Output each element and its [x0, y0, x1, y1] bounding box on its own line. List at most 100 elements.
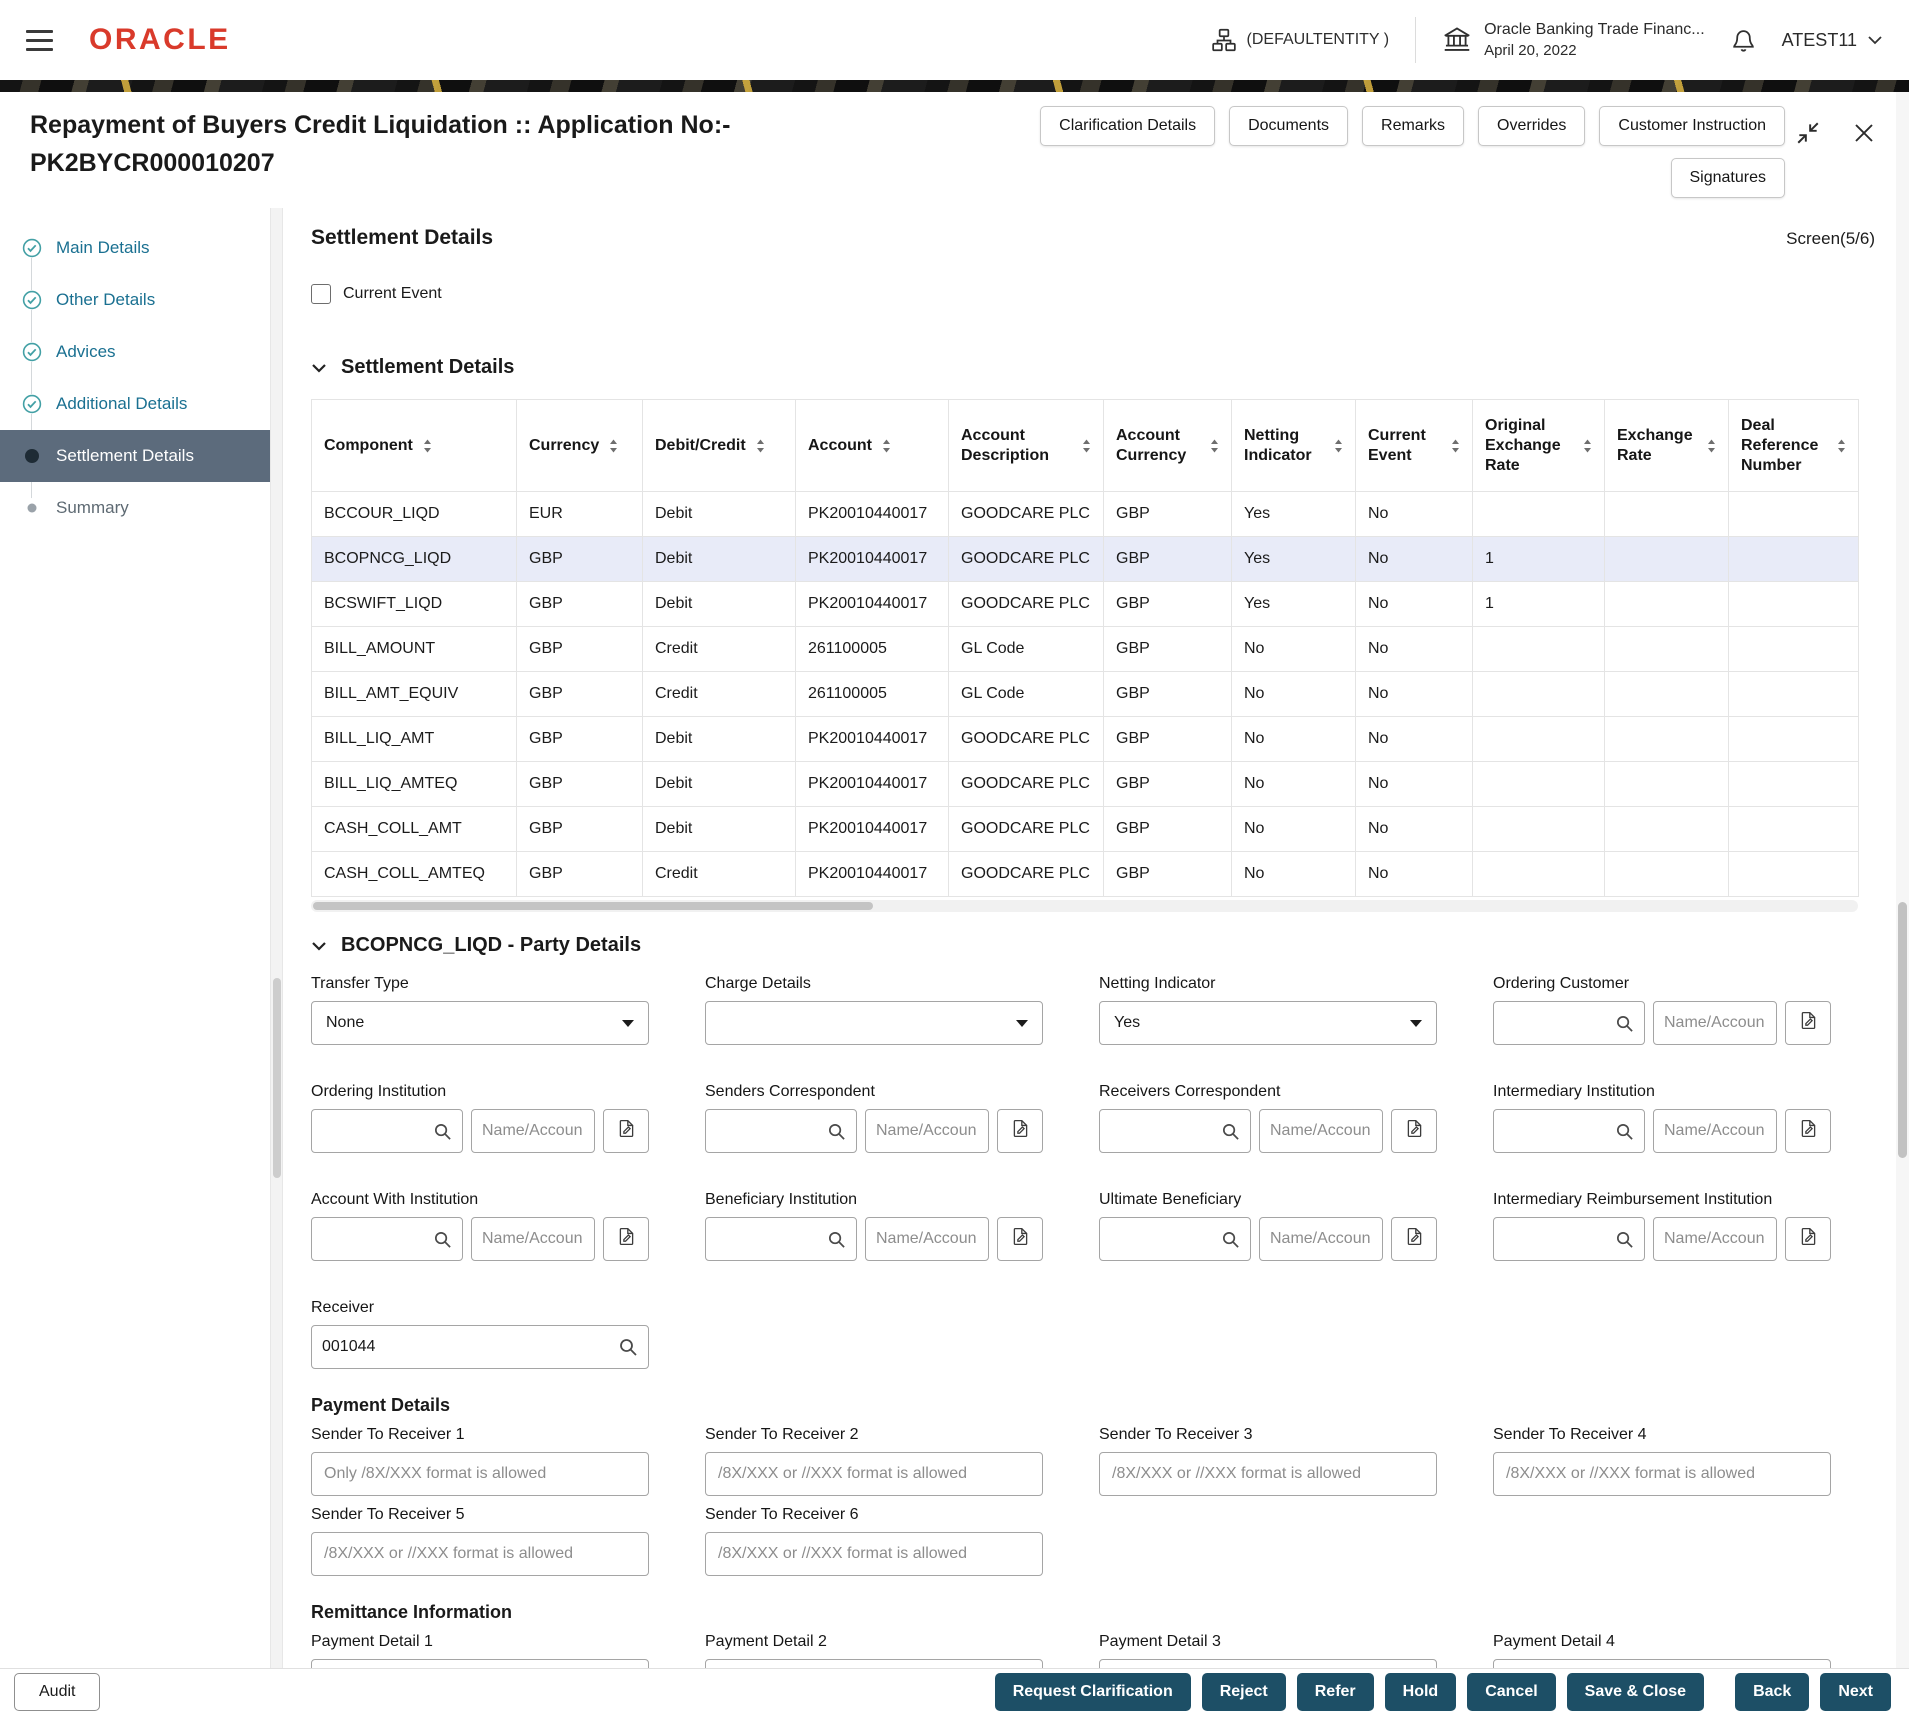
next-button[interactable]: Next	[1820, 1672, 1891, 1711]
senders-correspondent-code-input[interactable]	[705, 1109, 857, 1153]
ultimate-beneficiary-code-input[interactable]	[1099, 1217, 1251, 1261]
receivers-correspondent-name-input[interactable]	[1270, 1122, 1372, 1140]
account-with-institution-name-input[interactable]	[482, 1230, 584, 1248]
sidebar-item-main-details[interactable]: Main Details	[0, 222, 270, 274]
table-row-cash-coll-amt[interactable]: CASH_COLL_AMT GBP Debit PK20010440017 GOODCA…	[311, 806, 1859, 852]
intermediary-institution-details-button[interactable]	[1785, 1109, 1831, 1153]
ordering-institution-code-input[interactable]	[311, 1109, 463, 1153]
intermediary-institution-name-input[interactable]	[1664, 1122, 1766, 1140]
notifications-bell-icon[interactable]	[1731, 27, 1756, 54]
receivers-correspondent-details-button[interactable]	[1391, 1109, 1437, 1153]
collapse-section-icon[interactable]	[311, 363, 327, 373]
overrides-button[interactable]: Overrides	[1478, 106, 1586, 146]
payment-detail-4-input[interactable]	[1493, 1659, 1831, 1668]
remarks-button[interactable]: Remarks	[1362, 106, 1465, 146]
back-button[interactable]: Back	[1735, 1672, 1810, 1711]
sender-to-receiver-4-input[interactable]	[1493, 1452, 1831, 1496]
scrollbar-thumb[interactable]	[313, 902, 873, 910]
ordering-institution-name-input[interactable]	[482, 1122, 584, 1140]
ordering-customer-code-input[interactable]	[1493, 1001, 1645, 1045]
signatures-button[interactable]: Signatures	[1670, 158, 1785, 198]
charge-details-select[interactable]	[705, 1001, 1043, 1045]
sidebar-item-summary[interactable]: Summary	[0, 482, 270, 534]
audit-button[interactable]: Audit	[14, 1672, 101, 1711]
current-event-checkbox[interactable]	[311, 284, 331, 304]
documents-button[interactable]: Documents	[1229, 106, 1349, 146]
scrollbar-thumb[interactable]	[1898, 902, 1907, 1158]
table-row-bill-liq-amteq[interactable]: BILL_LIQ_AMTEQ GBP Debit PK20010440017 GOODC…	[311, 761, 1859, 807]
sender-to-receiver-6-input[interactable]	[705, 1532, 1043, 1576]
column-header-exchange-rate[interactable]: Exchange Rate	[1604, 399, 1729, 492]
column-header-account-description[interactable]: Account Description	[948, 399, 1104, 492]
column-header-account[interactable]: Account	[795, 399, 949, 492]
table-row-bcopncg-liqd[interactable]: BCOPNCG_LIQD GBP Debit PK20010440017 GOODCAR…	[311, 536, 1859, 582]
customer-instruction-button[interactable]: Customer Instruction	[1599, 106, 1785, 146]
ultimate-beneficiary-name-input[interactable]	[1270, 1230, 1372, 1248]
sidebar-item-settlement-details[interactable]: Settlement Details	[0, 430, 270, 482]
column-header-currency[interactable]: Currency	[516, 399, 643, 492]
ordering-institution-details-button[interactable]	[603, 1109, 649, 1153]
column-header-debit-credit[interactable]: Debit/Credit	[642, 399, 796, 492]
user-menu[interactable]: ATEST11	[1782, 30, 1883, 51]
table-horizontal-scrollbar[interactable]	[311, 900, 1858, 912]
scrollbar-thumb[interactable]	[273, 978, 281, 1178]
sidebar-item-other-details[interactable]: Other Details	[0, 274, 270, 326]
intermediary-reimbursement-institution-name-input[interactable]	[1664, 1230, 1766, 1248]
table-row-cash-coll-amteq[interactable]: CASH_COLL_AMTEQ GBP Credit PK20010440017 GOO…	[311, 851, 1859, 897]
entity-selector[interactable]: (DEFAULTENTITY )	[1211, 27, 1389, 53]
sidebar-item-advices[interactable]: Advices	[0, 326, 270, 378]
page-scrollbar[interactable]	[1896, 92, 1909, 1714]
column-header-netting-indicator[interactable]: Netting Indicator	[1231, 399, 1356, 492]
collapse-section-icon[interactable]	[311, 941, 327, 951]
sidebar-scrollbar[interactable]	[270, 208, 283, 1668]
payment-detail-2-input[interactable]	[705, 1659, 1043, 1668]
reject-button[interactable]: Reject	[1201, 1672, 1286, 1711]
sender-to-receiver-5-input[interactable]	[311, 1532, 649, 1576]
table-row-bill-amt-equiv[interactable]: BILL_AMT_EQUIV GBP Credit 261100005 GL Code G…	[311, 671, 1859, 717]
table-row-bill-liq-amt[interactable]: BILL_LIQ_AMT GBP Debit PK20010440017 GOODCAR…	[311, 716, 1859, 762]
header-divider	[1415, 17, 1417, 63]
receiver-input[interactable]	[311, 1325, 649, 1369]
beneficiary-institution-details-button[interactable]	[997, 1217, 1043, 1261]
beneficiary-institution-code-input[interactable]	[705, 1217, 857, 1261]
column-header-deal-reference-number[interactable]: Deal Reference Number	[1728, 399, 1859, 492]
sender-to-receiver-2-input[interactable]	[705, 1452, 1043, 1496]
intermediary-reimbursement-institution-details-button[interactable]	[1785, 1217, 1831, 1261]
payment-detail-3-input[interactable]	[1099, 1659, 1437, 1668]
ordering-customer-name-input[interactable]	[1664, 1014, 1766, 1032]
table-row-bill-amount[interactable]: BILL_AMOUNT GBP Credit 261100005 GL Code GBP N…	[311, 626, 1859, 672]
sender-to-receiver-3-input[interactable]	[1099, 1452, 1437, 1496]
collapse-window-icon[interactable]	[1795, 120, 1821, 146]
ultimate-beneficiary-details-button[interactable]	[1391, 1217, 1437, 1261]
transfer-type-select[interactable]: None	[311, 1001, 649, 1045]
ordering-customer-details-button[interactable]	[1785, 1001, 1831, 1045]
column-label: Exchange Rate	[1617, 426, 1693, 464]
intermediary-reimbursement-institution-code-input[interactable]	[1493, 1217, 1645, 1261]
sidebar-item-additional-details[interactable]: Additional Details	[0, 378, 270, 430]
table-row-bccour-liqd[interactable]: BCCOUR_LIQD EUR Debit PK20010440017 GOODCARE…	[311, 491, 1859, 537]
hamburger-menu-icon[interactable]	[26, 29, 53, 51]
refer-button[interactable]: Refer	[1296, 1672, 1374, 1711]
cancel-button[interactable]: Cancel	[1467, 1672, 1556, 1711]
request-clarification-button[interactable]: Request Clarification	[994, 1672, 1191, 1711]
account-with-institution-details-button[interactable]	[603, 1217, 649, 1261]
intermediary-institution-code-input[interactable]	[1493, 1109, 1645, 1153]
table-row-bcswift-liqd[interactable]: BCSWIFT_LIQD GBP Debit PK20010440017 GOODCAR…	[311, 581, 1859, 627]
hold-button[interactable]: Hold	[1384, 1672, 1457, 1711]
netting-indicator-select[interactable]: Yes	[1099, 1001, 1437, 1045]
beneficiary-institution-name-input[interactable]	[876, 1230, 978, 1248]
receiver-value-input[interactable]	[322, 1338, 612, 1356]
clarification-details-button[interactable]: Clarification Details	[1040, 106, 1216, 146]
column-header-original-exchange-rate[interactable]: Original Exchange Rate	[1472, 399, 1605, 492]
senders-correspondent-name-input[interactable]	[876, 1122, 978, 1140]
account-with-institution-code-input[interactable]	[311, 1217, 463, 1261]
column-header-component[interactable]: Component	[311, 399, 517, 492]
sender-to-receiver-1-input[interactable]	[311, 1452, 649, 1496]
column-header-current-event[interactable]: Current Event	[1355, 399, 1473, 492]
receivers-correspondent-code-input[interactable]	[1099, 1109, 1251, 1153]
payment-detail-1-input[interactable]	[311, 1659, 649, 1668]
save-close-button[interactable]: Save & Close	[1566, 1672, 1705, 1711]
column-header-account-currency[interactable]: Account Currency	[1103, 399, 1232, 492]
senders-correspondent-details-button[interactable]	[997, 1109, 1043, 1153]
close-icon[interactable]	[1853, 122, 1875, 144]
